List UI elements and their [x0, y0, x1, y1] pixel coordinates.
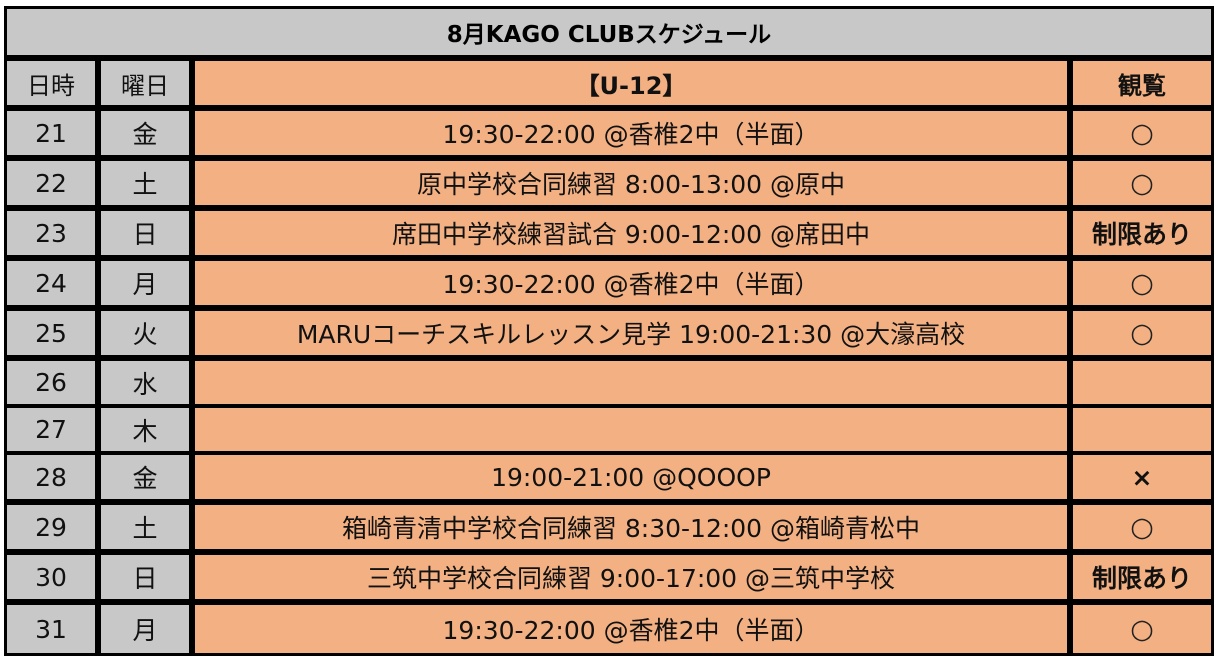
table-row: 30 日 三筑中学校合同練習 9:00-17:00 @三筑中学校 制限あり	[4, 555, 1214, 599]
weekday-cell: 水	[101, 361, 189, 404]
activity-cell: MARUコーチスキルレッスン見学 19:00-21:30 @大濠高校	[195, 311, 1067, 355]
table-row: 26 水	[4, 361, 1214, 404]
viewing-cell: ×	[1073, 455, 1211, 499]
day-cell: 28	[7, 455, 95, 499]
day-cell: 30	[7, 555, 95, 599]
table-row: 28 金 19:00-21:00 @QOOOP ×	[4, 455, 1214, 499]
day-cell: 27	[7, 408, 95, 451]
weekday-cell: 土	[101, 505, 189, 549]
activity-cell: 原中学校合同練習 8:00-13:00 @原中	[195, 161, 1067, 205]
weekday-cell: 金	[101, 111, 189, 155]
table-row: 21 金 19:30-22:00 @香椎2中（半面） ○	[4, 111, 1214, 155]
weekday-cell: 木	[101, 408, 189, 451]
day-cell: 23	[7, 211, 95, 255]
activity-cell: 19:30-22:00 @香椎2中（半面）	[195, 605, 1067, 653]
day-cell: 31	[7, 605, 95, 653]
day-cell: 26	[7, 361, 95, 404]
weekday-cell: 日	[101, 555, 189, 599]
viewing-cell: ○	[1073, 311, 1211, 355]
schedule-table: 8月KAGO CLUBスケジュール 日時 曜日 【U-12】 観覧 21 金 1…	[4, 6, 1214, 656]
activity-cell: 19:30-22:00 @香椎2中（半面）	[195, 111, 1067, 155]
activity-cell: 19:30-22:00 @香椎2中（半面）	[195, 261, 1067, 305]
activity-cell	[195, 361, 1067, 404]
day-cell: 29	[7, 505, 95, 549]
activity-cell: 箱崎青清中学校合同練習 8:30-12:00 @箱崎青松中	[195, 505, 1067, 549]
weekday-cell: 月	[101, 261, 189, 305]
header-viewing: 観覧	[1073, 61, 1211, 105]
weekday-cell: 火	[101, 311, 189, 355]
table-row: 29 土 箱崎青清中学校合同練習 8:30-12:00 @箱崎青松中 ○	[4, 505, 1214, 549]
day-cell: 22	[7, 161, 95, 205]
weekday-cell: 土	[101, 161, 189, 205]
weekday-cell: 金	[101, 455, 189, 499]
viewing-cell: ○	[1073, 605, 1211, 653]
viewing-cell: 制限あり	[1073, 211, 1211, 255]
table-row: 31 月 19:30-22:00 @香椎2中（半面） ○	[4, 605, 1214, 653]
day-cell: 24	[7, 261, 95, 305]
weekday-cell: 月	[101, 605, 189, 653]
day-cell: 25	[7, 311, 95, 355]
header-row: 日時 曜日 【U-12】 観覧	[4, 61, 1214, 105]
viewing-cell: ○	[1073, 111, 1211, 155]
table-row: 25 火 MARUコーチスキルレッスン見学 19:00-21:30 @大濠高校 …	[4, 311, 1214, 355]
header-activity: 【U-12】	[195, 61, 1067, 105]
activity-cell: 19:00-21:00 @QOOOP	[195, 455, 1067, 499]
viewing-cell	[1073, 361, 1211, 404]
viewing-cell: ○	[1073, 505, 1211, 549]
viewing-cell	[1073, 408, 1211, 451]
weekday-cell: 日	[101, 211, 189, 255]
header-day: 日時	[7, 61, 95, 105]
day-cell: 21	[7, 111, 95, 155]
viewing-cell: 制限あり	[1073, 555, 1211, 599]
activity-cell: 三筑中学校合同練習 9:00-17:00 @三筑中学校	[195, 555, 1067, 599]
table-row: 23 日 席田中学校練習試合 9:00-12:00 @席田中 制限あり	[4, 211, 1214, 255]
viewing-cell: ○	[1073, 161, 1211, 205]
activity-cell	[195, 408, 1067, 451]
table-row: 24 月 19:30-22:00 @香椎2中（半面） ○	[4, 261, 1214, 305]
table-row: 22 土 原中学校合同練習 8:00-13:00 @原中 ○	[4, 161, 1214, 205]
header-weekday: 曜日	[101, 61, 189, 105]
table-row: 27 木	[4, 408, 1214, 451]
viewing-cell: ○	[1073, 261, 1211, 305]
activity-cell: 席田中学校練習試合 9:00-12:00 @席田中	[195, 211, 1067, 255]
schedule-title: 8月KAGO CLUBスケジュール	[7, 9, 1211, 55]
